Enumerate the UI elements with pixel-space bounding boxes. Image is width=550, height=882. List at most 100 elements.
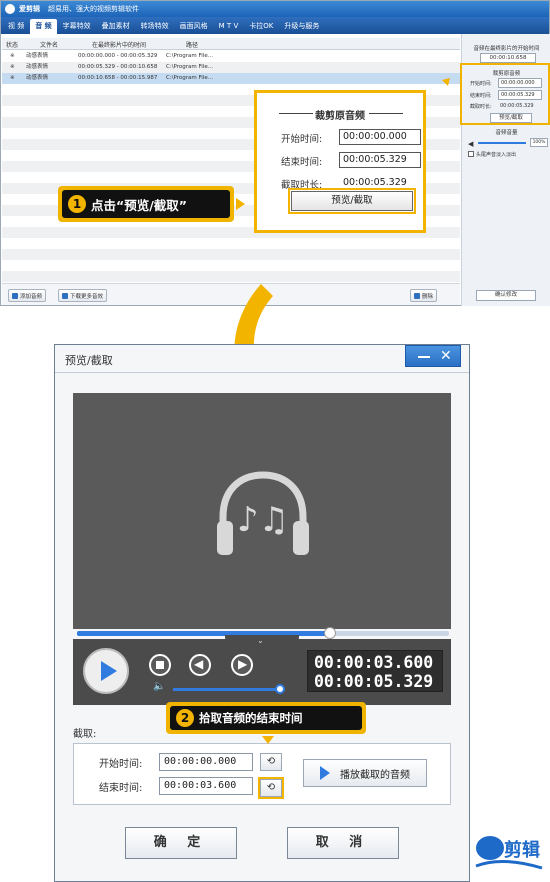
pick-start-time-button[interactable]: ⟲: [260, 753, 282, 771]
app-logo-icon: [5, 4, 15, 14]
empty-row: [2, 249, 460, 260]
preview-cut-button[interactable]: 预览/截取: [291, 191, 413, 211]
col-status[interactable]: 状态: [6, 40, 18, 49]
progress-knob[interactable]: [324, 627, 336, 639]
download-more-label: 下载更多音效: [70, 293, 104, 300]
tab-video[interactable]: 视 频: [3, 19, 29, 34]
svg-text:♪♫: ♪♫: [237, 500, 289, 540]
tab-overlay[interactable]: 叠加素材: [97, 19, 135, 34]
ok-button[interactable]: 确 定: [125, 827, 237, 859]
trim-callout: 裁剪原音频 开始时间: 00:00:00.000 结束时间: 00:00:05.…: [254, 90, 426, 233]
start-in-film-field[interactable]: 00:00:10.658: [480, 53, 536, 63]
volume-title: 音频音量: [495, 130, 518, 136]
audio-list-header: 状态 文件名 在最终影片中的时间 路径: [2, 38, 460, 50]
tab-upgrade[interactable]: 升级与服务: [279, 19, 324, 34]
row-status: ※: [10, 75, 15, 81]
tab-karaoke[interactable]: 卡拉OK: [244, 19, 278, 34]
volume-slider[interactable]: [173, 688, 279, 691]
time-display: 00:00:03.600 00:00:05.329: [307, 650, 443, 692]
callout-start-label: 开始时间:: [281, 134, 323, 145]
delete-label: 删除: [422, 293, 434, 300]
headphones-music-icon: ♪♫: [217, 471, 309, 555]
add-audio-button[interactable]: 添加音频: [8, 289, 47, 302]
brand-logo: 剪辑: [475, 836, 543, 870]
step1-arrow-icon: [236, 198, 245, 210]
stop-icon: [156, 661, 164, 669]
app-slogan: 超易用、强大的视频剪辑软件: [48, 5, 139, 13]
download-icon: [62, 292, 68, 299]
collapse-tab[interactable]: ⌄: [225, 635, 299, 647]
fade-checkbox[interactable]: [468, 151, 474, 157]
volume-icon: 🔈: [153, 681, 166, 692]
row-status: ※: [10, 53, 15, 59]
minimize-icon[interactable]: [418, 356, 430, 358]
dialog-end-field[interactable]: 00:00:03.600: [159, 777, 253, 795]
dialog-end-label: 结束时间:: [99, 783, 143, 794]
add-audio-label: 添加音频: [20, 293, 43, 300]
step2-number: 2: [176, 709, 194, 727]
play-icon: [320, 766, 330, 780]
step1-label: 1 点击“预览/截取”: [62, 190, 230, 218]
cancel-button[interactable]: 取 消: [287, 827, 399, 859]
tab-subtitles[interactable]: 字幕特效: [58, 19, 96, 34]
callout-end-field[interactable]: 00:00:05.329: [339, 152, 421, 168]
total-time: 00:00:05.329: [314, 672, 434, 691]
pick-end-highlight: [258, 777, 284, 799]
trim-section-highlight: [460, 63, 550, 125]
window-controls: ✕: [405, 345, 461, 367]
callout-title: 裁剪原音频: [315, 111, 365, 122]
row-name: 动感表情: [26, 53, 49, 59]
music-note-icon: [12, 292, 18, 299]
current-time: 00:00:03.600: [314, 653, 434, 672]
callout-end-label: 结束时间:: [281, 157, 323, 168]
tab-audio[interactable]: 音 频: [30, 19, 57, 34]
play-cut-label: 播放截取的音频: [340, 769, 410, 781]
table-row-selected[interactable]: ※ 动感表情 00:00:10.658 - 00:00:15.987 C:\Pr…: [2, 73, 460, 84]
col-time[interactable]: 在最终影片中的时间: [92, 40, 146, 49]
tab-transitions[interactable]: 转场特效: [136, 19, 174, 34]
main-tab-bar: 视 频 音 频 字幕特效 叠加素材 转场特效 画面风格 M T V 卡拉OK 升…: [1, 17, 549, 34]
close-icon[interactable]: ✕: [440, 349, 452, 363]
volume-knob[interactable]: [275, 684, 285, 694]
delete-button[interactable]: 删除: [410, 289, 438, 302]
col-filename[interactable]: 文件名: [40, 40, 58, 49]
tab-mtv[interactable]: M T V: [214, 19, 244, 34]
dialog-title: 预览/截取: [65, 354, 113, 367]
prev-frame-button[interactable]: ◀: [189, 654, 211, 676]
next-frame-button[interactable]: ▶: [231, 654, 253, 676]
row-path: C:\Program File...: [166, 75, 213, 81]
title-bar: 爱剪辑 超易用、强大的视频剪辑软件: [1, 1, 549, 17]
step2-label: 2 拾取音频的结束时间: [170, 706, 362, 730]
confirm-changes-button[interactable]: 确认修改: [476, 290, 536, 301]
table-row[interactable]: ※ 动感表情 00:00:05.329 - 00:00:10.658 C:\Pr…: [2, 62, 460, 73]
stop-button[interactable]: [149, 654, 171, 676]
dialog-start-field[interactable]: 00:00:00.000: [159, 753, 253, 771]
step1-number: 1: [68, 195, 86, 213]
row-time: 00:00:10.658 - 00:00:15.987: [78, 75, 158, 81]
next-icon: ▶: [238, 657, 248, 671]
row-time: 00:00:05.329 - 00:00:10.658: [78, 64, 158, 70]
table-row[interactable]: ※ 动感表情 00:00:00.000 - 00:00:05.329 C:\Pr…: [2, 51, 460, 62]
preview-screen: ♪♫: [73, 393, 451, 629]
step2-text: 拾取音频的结束时间: [199, 711, 303, 725]
play-cut-audio-button[interactable]: 播放截取的音频: [303, 759, 427, 787]
start-in-film-label: 音频在最终影片的开始时间: [473, 46, 540, 52]
col-path[interactable]: 路径: [186, 40, 198, 49]
tab-style[interactable]: 画面风格: [175, 19, 213, 34]
trash-icon: [414, 292, 420, 299]
row-status: ※: [10, 64, 15, 70]
app-name: 爱剪辑: [19, 5, 40, 13]
download-more-button[interactable]: 下载更多音效: [58, 289, 108, 302]
row-name: 动感表情: [26, 64, 49, 70]
callout-start-field[interactable]: 00:00:00.000: [339, 129, 421, 145]
dialog-title-bar: 预览/截取 ✕: [55, 345, 469, 373]
volume-value[interactable]: 100%: [530, 138, 548, 147]
volume-slider[interactable]: [478, 142, 526, 144]
pointer-arrow-icon: [435, 78, 450, 93]
step1-text: 点击“预览/截取”: [91, 197, 187, 213]
row-name: 动感表情: [26, 75, 49, 81]
row-path: C:\Program File...: [166, 64, 213, 70]
prev-icon: ◀: [194, 657, 204, 671]
play-icon: [101, 661, 117, 681]
dialog-start-label: 开始时间:: [99, 759, 143, 770]
